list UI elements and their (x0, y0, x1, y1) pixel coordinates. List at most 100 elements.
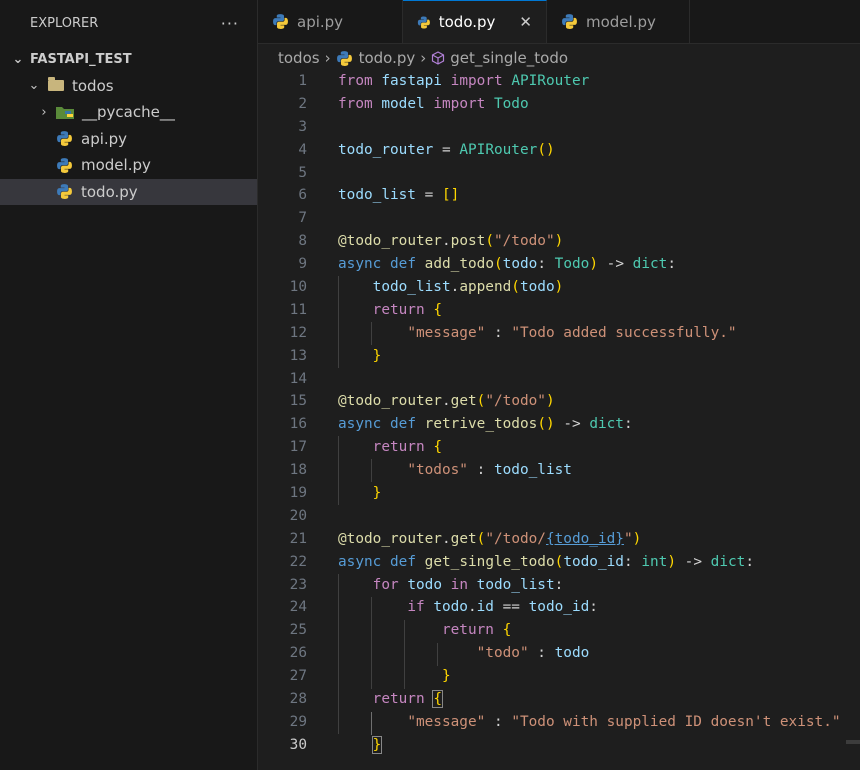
python-file-icon (417, 15, 430, 29)
tab-label: todo.py (438, 13, 496, 31)
line-number: 9 (298, 256, 307, 273)
code-line-25: 25 return { (258, 619, 860, 642)
line-number: 22 (289, 553, 307, 570)
explorer-header: EXPLORER ··· (0, 0, 257, 46)
project-name: FASTAPI_TEST (30, 51, 132, 67)
line-number: 4 (298, 141, 307, 158)
code-line-29: 29 "message" : "Todo with supplied ID do… (258, 711, 860, 734)
code-line-10: 10 todo_list.append(todo) (258, 276, 860, 299)
chevron-down-icon: ⌄ (12, 51, 24, 67)
code-line-1: 1 from fastapi import APIRouter (258, 70, 860, 93)
line-number: 19 (289, 485, 307, 502)
tab-bar: api.py todo.py ✕ model.py (258, 0, 860, 44)
code-line-12: 12 "message" : "Todo added successfully.… (258, 322, 860, 345)
line-number: 15 (289, 393, 307, 410)
project-root[interactable]: ⌄ FASTAPI_TEST (0, 46, 257, 73)
python-file-icon (562, 14, 577, 29)
code-line-21: 21 @todo_router.get("/todo/{todo_id}") (258, 528, 860, 551)
line-number: 7 (298, 210, 307, 227)
line-number: 8 (298, 233, 307, 250)
code-line-18: 18 "todos" : todo_list (258, 459, 860, 482)
folder-label: todos (72, 76, 114, 95)
file-label: api.py (81, 129, 128, 148)
line-number: 13 (289, 347, 307, 364)
line-number: 1 (298, 73, 307, 89)
code-line-17: 17 return { (258, 436, 860, 459)
code-line-8: 8 @todo_router.post("/todo") (258, 230, 860, 253)
line-number: 28 (289, 691, 307, 708)
method-cube-icon (432, 51, 445, 65)
file-label: todo.py (81, 182, 138, 201)
tab-label: model.py (586, 12, 656, 31)
chevron-right-icon: › (324, 49, 331, 67)
python-file-icon (57, 157, 72, 173)
folder-todos[interactable]: ⌄ todos (0, 73, 257, 100)
file-api[interactable]: api.py (0, 126, 257, 153)
code-line-26: 26 "todo" : todo (258, 642, 860, 665)
breadcrumb-folder[interactable]: todos (278, 49, 320, 67)
line-number: 26 (289, 645, 307, 662)
breadcrumb: todos › todo.py › get_single_todo (258, 44, 860, 72)
chevron-right-icon: › (420, 49, 427, 67)
line-number: 2 (298, 95, 307, 112)
code-line-3: 3 (258, 116, 860, 139)
tab-todo[interactable]: todo.py ✕ (403, 0, 547, 43)
code-line-27: 27 } (258, 665, 860, 688)
tab-api[interactable]: api.py (258, 0, 403, 43)
line-number: 3 (298, 118, 307, 135)
code-line-2: 2 from model import Todo (258, 93, 860, 116)
line-number: 29 (289, 713, 307, 730)
ellipsis-icon[interactable]: ··· (221, 14, 239, 33)
code-line-13: 13 } (258, 345, 860, 368)
code-line-30: 30 } (258, 734, 860, 757)
code-line-24: 24 if todo.id == todo_id: (258, 596, 860, 619)
line-number: 24 (289, 599, 307, 616)
line-number: 30 (289, 736, 307, 753)
python-file-icon (273, 14, 288, 29)
code-line-4: 4 todo_router = APIRouter() (258, 139, 860, 162)
code-line-11: 11 return { (258, 299, 860, 322)
pycache-label: __pycache__ (82, 103, 175, 122)
code-editor[interactable]: 1 from fastapi import APIRouter 2 from mod… (258, 70, 860, 757)
line-number: 25 (289, 622, 307, 639)
line-number: 23 (289, 576, 307, 593)
line-number: 27 (289, 668, 307, 685)
code-line-5: 5 (258, 162, 860, 185)
file-model[interactable]: model.py (0, 152, 257, 179)
code-line-20: 20 (258, 505, 860, 528)
file-todo[interactable]: todo.py (0, 178, 257, 205)
line-number: 14 (289, 370, 307, 387)
line-number: 6 (298, 187, 307, 204)
line-number: 5 (298, 164, 307, 181)
line-number: 16 (289, 416, 307, 433)
line-number: 17 (289, 439, 307, 456)
chevron-right-icon: › (41, 104, 47, 120)
tab-model[interactable]: model.py (547, 0, 690, 43)
scrollbar-marker[interactable] (846, 740, 860, 744)
python-file-icon (57, 184, 72, 200)
code-line-15: 15 @todo_router.get("/todo") (258, 390, 860, 413)
editor-area: api.py todo.py ✕ model.py todos › todo.p… (258, 0, 860, 770)
line-number: 20 (289, 507, 307, 524)
code-line-14: 14 (258, 368, 860, 391)
code-line-9: 9 async def add_todo(todo: Todo) -> dict: (258, 253, 860, 276)
chevron-down-icon: ⌄ (28, 78, 40, 94)
code-line-28: 28 return { (258, 688, 860, 711)
python-file-icon (57, 131, 72, 147)
line-number: 18 (289, 462, 307, 479)
tab-label: api.py (297, 12, 344, 31)
python-file-icon (336, 50, 352, 66)
line-number: 10 (289, 279, 307, 296)
code-line-19: 19 } (258, 482, 860, 505)
breadcrumb-symbol[interactable]: get_single_todo (450, 49, 568, 67)
code-line-7: 7 (258, 207, 860, 230)
code-line-22: 22 async def get_single_todo(todo_id: int… (258, 551, 860, 574)
folder-open-icon (48, 77, 64, 92)
code-line-6: 6 todo_list = [] (258, 184, 860, 207)
folder-pycache[interactable]: › __pycache__ (0, 99, 257, 126)
close-icon[interactable]: ✕ (519, 13, 532, 31)
code-line-23: 23 for todo in todo_list: (258, 574, 860, 597)
explorer-title: EXPLORER (30, 15, 99, 31)
line-number: 21 (289, 530, 307, 547)
breadcrumb-file[interactable]: todo.py (359, 49, 416, 67)
